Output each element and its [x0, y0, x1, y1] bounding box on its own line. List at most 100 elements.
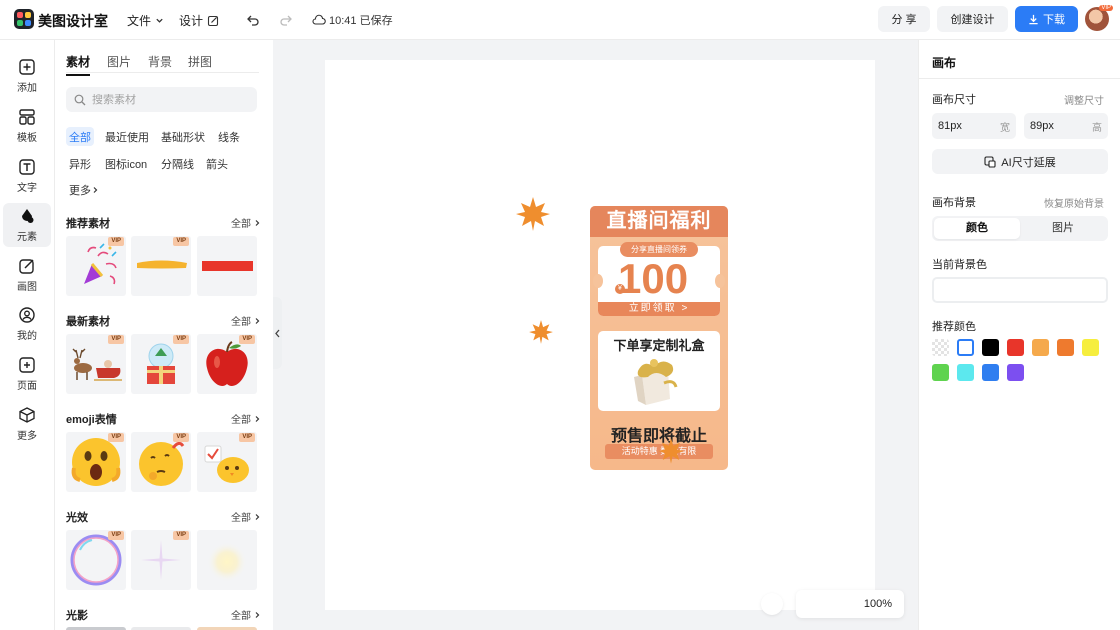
nav-add-label: 添加	[17, 83, 37, 94]
search-input[interactable]	[92, 93, 242, 106]
tab-images[interactable]: 图片	[107, 53, 131, 70]
nav-add[interactable]: 添加	[3, 54, 51, 98]
cloud-icon	[312, 14, 326, 25]
poster[interactable]: 直播间福利 分享直播间领券 ¥ 100 立即领取 > 下单享定制礼盒 预售即将截…	[590, 206, 728, 470]
swatch-cyan[interactable]	[957, 364, 974, 381]
bg-option-image[interactable]: 图片	[1020, 218, 1106, 239]
thumb-bubble-ring[interactable]: VIP	[66, 530, 126, 590]
section-title-light-effects: 光效	[66, 512, 88, 524]
nav-mine[interactable]: 我的	[3, 302, 51, 346]
section-all-recommended[interactable]: 全部	[231, 215, 261, 230]
nav-page-label: 页面	[17, 381, 37, 392]
resize-link[interactable]: 调整尺寸	[1064, 92, 1104, 107]
thumb-snow-globe-gift[interactable]: VIP	[131, 334, 191, 394]
tab-collage[interactable]: 拼图	[188, 53, 212, 70]
swatch-white[interactable]	[957, 339, 974, 356]
section-all-emoji[interactable]: 全部	[231, 411, 261, 426]
save-status-text: 10:41 已保存	[329, 15, 393, 27]
coupon-notch-left	[593, 274, 603, 288]
section-all-light-effects[interactable]: 全部	[231, 509, 261, 524]
background-type-toggle: 颜色 图片	[932, 216, 1108, 241]
thumb-red-apple[interactable]: VIP	[197, 334, 257, 394]
swatch-red[interactable]	[1007, 339, 1024, 356]
section-all-latest[interactable]: 全部	[231, 313, 261, 328]
width-value[interactable]: 81px	[938, 120, 962, 132]
zoom-level[interactable]: 100%	[864, 598, 892, 610]
chip-more[interactable]: 更多	[66, 180, 102, 199]
thumb-glow-light[interactable]	[197, 530, 257, 590]
pencil-edit-icon	[19, 259, 34, 274]
chip-lines[interactable]: 线条	[215, 127, 243, 146]
left-nav: 添加 模板 文字 元素 画图 我的 页面 更多	[0, 40, 55, 630]
avatar[interactable]: VIP	[1085, 5, 1113, 31]
chip-recent[interactable]: 最近使用	[102, 127, 152, 146]
vip-badge: VIP	[108, 433, 124, 442]
thumb-party-popper[interactable]: VIP	[66, 236, 126, 296]
current-bg-color-field[interactable]	[932, 277, 1108, 303]
poster-header[interactable]: 直播间福利	[590, 206, 728, 237]
inspector-title: 画布	[932, 56, 957, 70]
ai-extend-button[interactable]: AI尺寸延展	[932, 149, 1108, 174]
all-label: 全部	[231, 317, 251, 328]
swatch-light-orange[interactable]	[1032, 339, 1049, 356]
chip-all[interactable]: 全部	[66, 127, 94, 146]
bg-option-color[interactable]: 颜色	[934, 218, 1020, 239]
nav-more[interactable]: 更多	[3, 402, 51, 446]
zoom-control[interactable]: 100%	[796, 590, 904, 618]
nav-text[interactable]: 文字	[3, 154, 51, 198]
width-unit: 宽	[1000, 122, 1010, 134]
swatch-yellow[interactable]	[1082, 339, 1099, 356]
undo-button[interactable]	[243, 10, 263, 30]
thumb-thinking-emoji[interactable]: VIP	[131, 432, 191, 492]
chip-arrows[interactable]: 箭头	[203, 154, 231, 173]
restore-background-link[interactable]: 恢复原始背景	[1044, 195, 1104, 210]
poster-gift-card[interactable]: 下单享定制礼盒	[598, 331, 720, 411]
thumb-sparkle-star[interactable]: VIP	[131, 530, 191, 590]
height-field[interactable]: 89px 高	[1024, 113, 1108, 139]
download-button[interactable]: 下载	[1015, 6, 1078, 32]
chip-more-label: 更多	[69, 184, 91, 197]
poster-amount[interactable]: 100	[618, 256, 688, 302]
all-label: 全部	[231, 611, 251, 622]
tab-backgrounds[interactable]: 背景	[148, 53, 172, 70]
download-label: 下载	[1043, 14, 1065, 26]
collapse-panel-handle[interactable]	[273, 297, 282, 369]
chip-icons[interactable]: 图标icon	[102, 154, 150, 173]
swatch-black[interactable]	[982, 339, 999, 356]
create-design-button[interactable]: 创建设计	[937, 6, 1008, 32]
file-menu[interactable]: 文件	[127, 12, 164, 29]
section-all-light-shadow[interactable]: 全部	[231, 607, 261, 622]
chip-irregular[interactable]: 异形	[66, 154, 94, 173]
thumb-red-bar[interactable]	[197, 236, 257, 296]
width-field[interactable]: 81px 宽	[932, 113, 1016, 139]
thumb-reindeer-sleigh[interactable]: VIP	[66, 334, 126, 394]
thumb-shocked-emoji[interactable]: VIP	[66, 432, 126, 492]
search-bar[interactable]	[66, 87, 257, 112]
zoom-help-button[interactable]	[761, 593, 783, 615]
swatch-blue[interactable]	[982, 364, 999, 381]
tab-materials[interactable]: 素材	[66, 53, 91, 76]
swatch-green[interactable]	[932, 364, 949, 381]
red-bar-icon	[202, 261, 253, 271]
swatch-orange[interactable]	[1057, 339, 1074, 356]
app-logo-icon[interactable]	[14, 9, 34, 29]
nav-page[interactable]: 页面	[3, 352, 51, 396]
nav-draw[interactable]: 画图	[3, 253, 51, 297]
height-value[interactable]: 89px	[1030, 120, 1054, 132]
poster-claim[interactable]: 立即领取 >	[598, 302, 720, 316]
box-icon	[19, 407, 35, 423]
redo-button[interactable]	[276, 10, 296, 30]
nav-template[interactable]: 模板	[3, 104, 51, 148]
chip-basic-shapes[interactable]: 基础形状	[158, 127, 208, 146]
poster-gift-title[interactable]: 下单享定制礼盒	[598, 335, 720, 354]
design-page[interactable]: 直播间福利 分享直播间领券 ¥ 100 立即领取 > 下单享定制礼盒 预售即将截…	[325, 60, 875, 610]
swatch-transparent[interactable]	[932, 339, 949, 356]
nav-elements[interactable]: 元素	[3, 203, 51, 247]
share-button[interactable]: 分 享	[878, 6, 930, 32]
swatch-purple[interactable]	[1007, 364, 1024, 381]
thumb-chick-emoji[interactable]: VIP	[197, 432, 257, 492]
thumb-yellow-brush-stroke[interactable]: VIP	[131, 236, 191, 296]
all-label: 全部	[231, 513, 251, 524]
chip-dividers[interactable]: 分隔线	[158, 154, 197, 173]
design-menu[interactable]: 设计	[179, 12, 219, 29]
